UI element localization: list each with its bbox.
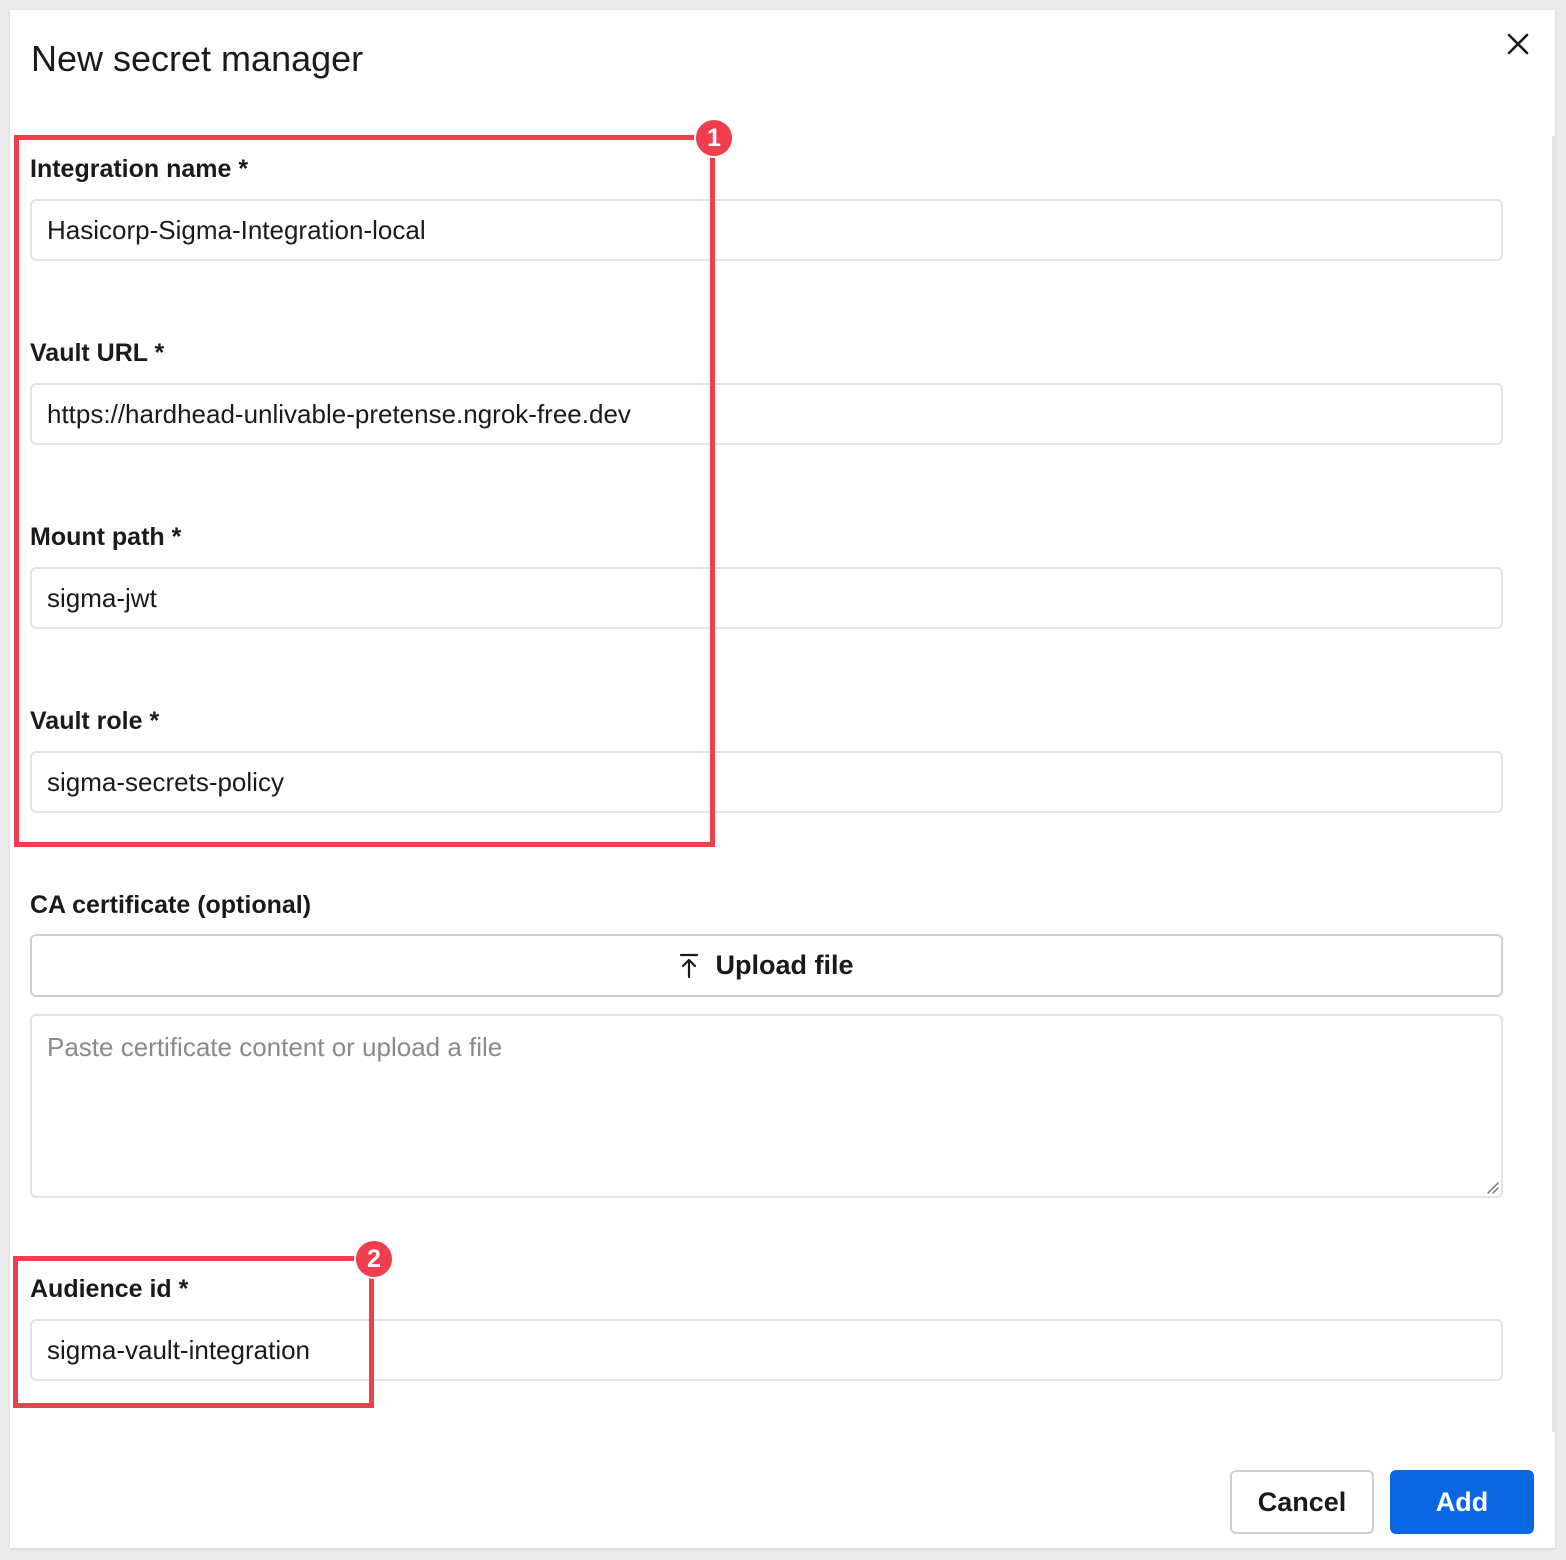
close-button[interactable] — [1502, 28, 1534, 60]
scrollbar-track[interactable] — [1552, 136, 1555, 1432]
mount-path-input[interactable]: sigma-jwt — [30, 567, 1503, 629]
ca-certificate-label: CA certificate (optional) — [30, 891, 312, 919]
upload-file-button[interactable]: Upload file — [30, 934, 1503, 997]
audience-id-input[interactable]: sigma-vault-integration — [30, 1319, 1503, 1381]
upload-icon — [679, 953, 699, 979]
integration-name-label: Integration name * — [30, 155, 249, 183]
certificate-placeholder: Paste certificate content or upload a fi… — [47, 1032, 503, 1062]
cancel-button[interactable]: Cancel — [1230, 1470, 1374, 1534]
close-icon — [1507, 33, 1529, 55]
audience-id-label: Audience id * — [30, 1275, 189, 1303]
annotation-badge-1: 1 — [694, 118, 734, 158]
certificate-content-textarea[interactable]: Paste certificate content or upload a fi… — [30, 1014, 1503, 1198]
vault-url-input[interactable]: https://hardhead-unlivable-pretense.ngro… — [30, 383, 1503, 445]
resize-grip-icon[interactable] — [1483, 1178, 1499, 1194]
annotation-badge-2: 2 — [354, 1239, 394, 1279]
vault-role-label: Vault role * — [30, 707, 160, 735]
vault-role-input[interactable]: sigma-secrets-policy — [30, 751, 1503, 813]
vault-url-label: Vault URL * — [30, 339, 165, 367]
upload-file-label: Upload file — [715, 950, 854, 980]
new-secret-manager-dialog: New secret manager Integration name * Ha… — [10, 10, 1555, 1548]
mount-path-label: Mount path * — [30, 523, 182, 551]
add-button[interactable]: Add — [1390, 1470, 1534, 1534]
integration-name-input[interactable]: Hasicorp-Sigma-Integration-local — [30, 199, 1503, 261]
dialog-title: New secret manager — [31, 38, 364, 79]
